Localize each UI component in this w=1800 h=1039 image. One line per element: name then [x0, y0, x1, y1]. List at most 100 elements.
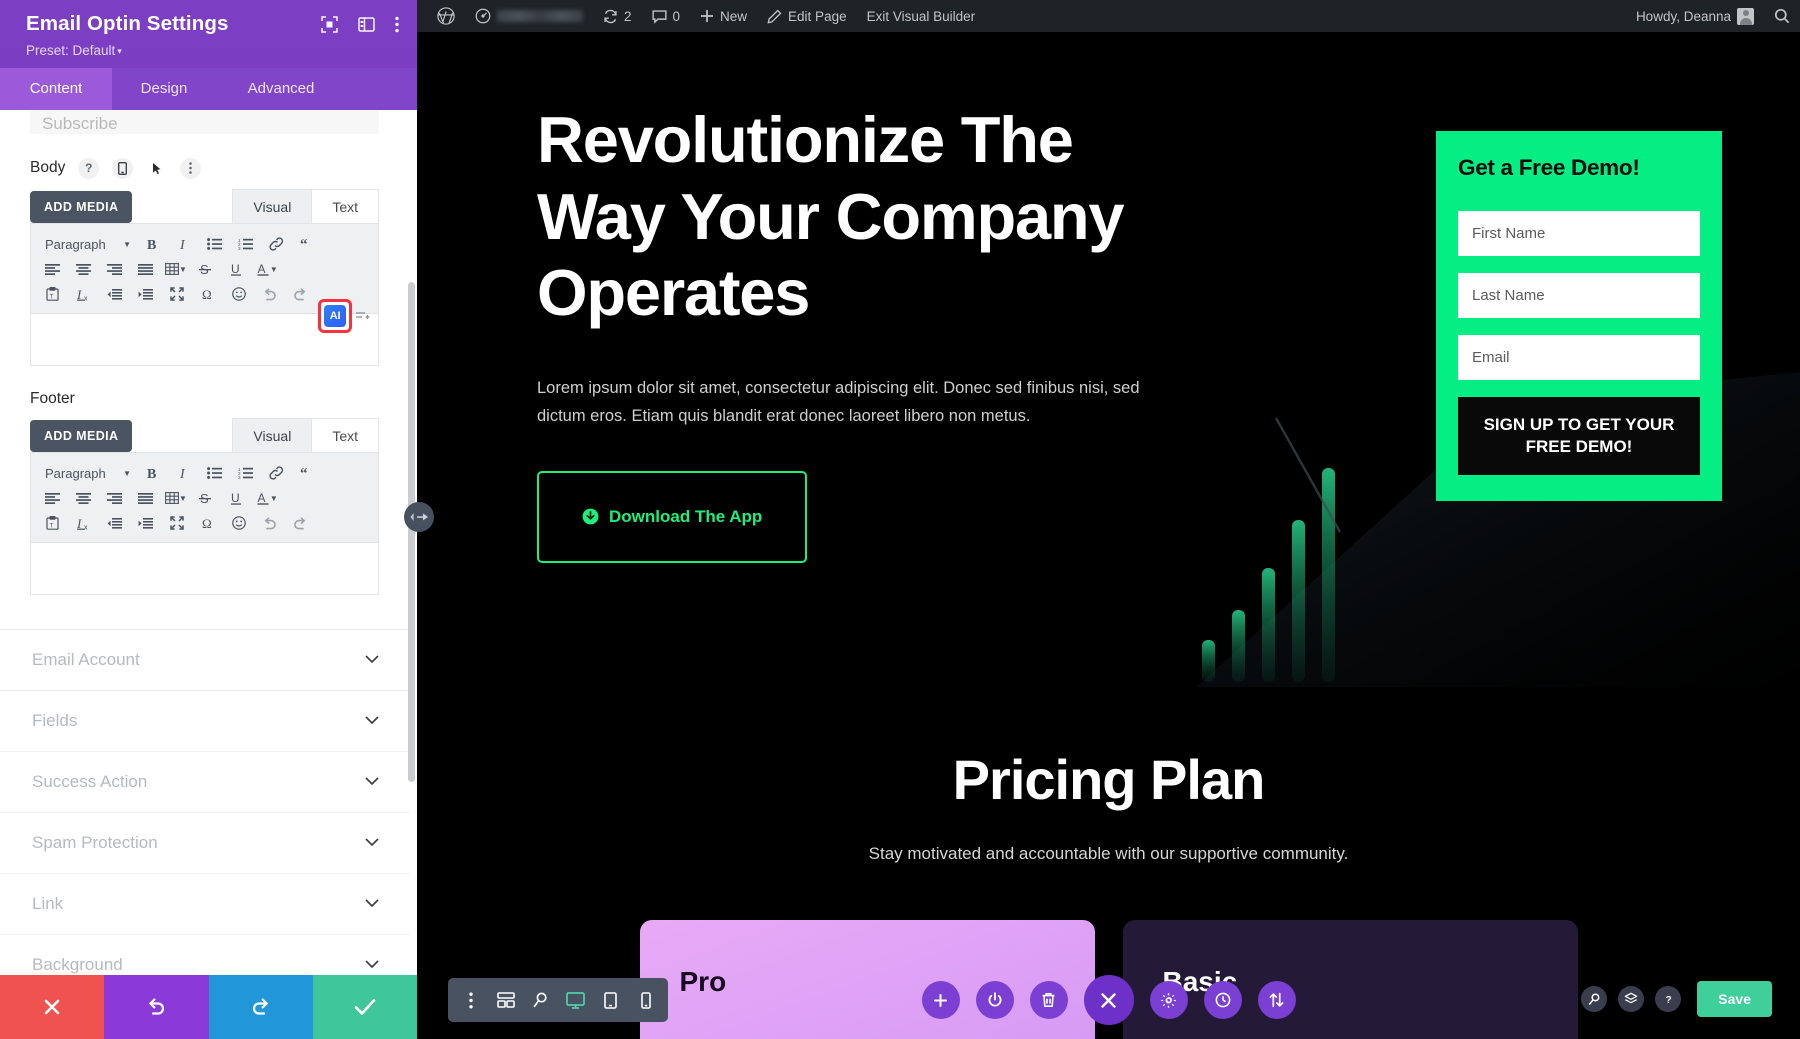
italic-button[interactable]: I	[168, 232, 199, 257]
chevron-down-icon[interactable]: ▼	[270, 494, 278, 503]
user-greeting-item[interactable]: Howdy, Deanna	[1626, 0, 1764, 32]
ai-button[interactable]: AI	[324, 304, 346, 327]
bulleted-list-button[interactable]	[199, 232, 230, 257]
toggle-power-button[interactable]	[975, 981, 1014, 1019]
search-icon[interactable]	[1764, 0, 1800, 32]
first-name-input[interactable]: First Name	[1458, 211, 1700, 256]
optin-submit-button[interactable]: SIGN UP TO GET YOUR FREE DEMO!	[1458, 397, 1700, 476]
layout-toggle-icon[interactable]	[358, 17, 375, 32]
link-button[interactable]	[261, 461, 292, 486]
special-character-button[interactable]: Ω	[192, 511, 223, 536]
more-vertical-icon[interactable]	[180, 157, 202, 179]
align-right-button[interactable]	[99, 257, 130, 282]
settings-button[interactable]	[1149, 981, 1188, 1019]
redo-button[interactable]	[285, 282, 316, 307]
settings-scrollbar[interactable]	[408, 110, 415, 1039]
close-builder-button[interactable]	[1083, 975, 1134, 1025]
redo-button[interactable]	[285, 511, 316, 536]
align-right-button[interactable]	[99, 486, 130, 511]
accordion-item-success-action[interactable]: Success Action	[0, 750, 409, 812]
edit-page-item[interactable]: Edit Page	[757, 0, 857, 32]
align-justify-button[interactable]	[130, 257, 161, 282]
accordion-item-link[interactable]: Link	[0, 872, 409, 934]
blockquote-button[interactable]: “	[292, 461, 323, 486]
undo-button[interactable]	[104, 975, 209, 1039]
new-content-item[interactable]: New	[690, 0, 757, 32]
history-button[interactable]	[1203, 981, 1242, 1019]
desktop-icon[interactable]	[559, 978, 592, 1022]
more-options-icon[interactable]	[454, 978, 487, 1022]
accordion-item-fields[interactable]: Fields	[0, 689, 409, 751]
email-input[interactable]: Email	[1458, 335, 1700, 380]
strikethrough-button[interactable]: S	[190, 257, 221, 282]
save-button[interactable]	[312, 975, 417, 1039]
scrollbar-thumb[interactable]	[408, 281, 415, 782]
bold-button[interactable]: B	[137, 232, 168, 257]
format-select-footer[interactable]: Paragraph ▼	[37, 461, 137, 486]
phone-icon[interactable]	[629, 978, 662, 1022]
undo-button[interactable]	[254, 282, 285, 307]
numbered-list-button[interactable]: 123	[230, 232, 261, 257]
tab-advanced[interactable]: Advanced	[216, 68, 346, 110]
link-button[interactable]	[261, 232, 292, 257]
paste-as-text-button[interactable]: T	[37, 282, 68, 307]
paste-as-text-button[interactable]: T	[37, 511, 68, 536]
wordpress-logo-icon[interactable]	[427, 0, 465, 32]
align-justify-button[interactable]	[130, 486, 161, 511]
mobile-icon[interactable]	[112, 157, 134, 179]
ai-text-options-icon[interactable]	[356, 309, 370, 323]
focus-icon[interactable]	[321, 16, 338, 33]
align-center-button[interactable]	[68, 486, 99, 511]
chevron-down-icon[interactable]: ▼	[179, 265, 187, 274]
panel-resize-handle[interactable]	[404, 502, 434, 532]
emoji-icon[interactable]	[223, 511, 254, 536]
clear-formatting-button[interactable]: Ix	[68, 282, 99, 307]
preset-selector[interactable]: Preset: Default ▾	[26, 43, 228, 58]
editor-tab-text-footer[interactable]: Text	[311, 417, 379, 452]
updates-item[interactable]: 2	[593, 0, 642, 32]
download-app-button[interactable]: Download The App	[537, 470, 808, 563]
align-center-button[interactable]	[68, 257, 99, 282]
chevron-down-icon[interactable]: ▼	[179, 494, 187, 503]
clear-formatting-button[interactable]: Ix	[68, 511, 99, 536]
tab-content[interactable]: Content	[0, 67, 112, 110]
comments-item[interactable]: 0	[642, 0, 691, 32]
more-vertical-icon[interactable]	[395, 16, 399, 33]
indent-button[interactable]	[130, 282, 161, 307]
last-name-input[interactable]: Last Name	[1458, 273, 1700, 318]
tab-design[interactable]: Design	[112, 68, 216, 110]
outdent-button[interactable]	[99, 511, 130, 536]
portability-button[interactable]	[1257, 981, 1296, 1019]
help-icon[interactable]: ?	[78, 157, 100, 179]
align-left-button[interactable]	[37, 486, 68, 511]
body-editor-area[interactable]: AI	[30, 298, 379, 366]
wireframe-icon[interactable]	[489, 978, 522, 1022]
zoom-out-icon[interactable]	[524, 978, 557, 1022]
cursor-icon[interactable]	[146, 158, 167, 179]
numbered-list-button[interactable]: 123	[230, 461, 261, 486]
emoji-icon[interactable]	[223, 282, 254, 307]
chevron-down-icon[interactable]: ▼	[270, 265, 278, 274]
search-button[interactable]	[1581, 986, 1608, 1012]
accordion-item-email-account[interactable]: Email Account	[0, 628, 409, 690]
delete-button[interactable]	[1029, 981, 1068, 1019]
underline-button[interactable]: U	[221, 257, 252, 282]
subscribe-field-cutoff[interactable]: Subscribe	[30, 109, 379, 134]
italic-button[interactable]: I	[168, 461, 199, 486]
format-select-body[interactable]: Paragraph ▼	[37, 232, 137, 257]
add-media-button-footer[interactable]: ADD MEDIA	[30, 419, 133, 452]
strikethrough-button[interactable]: S	[190, 486, 221, 511]
tablet-icon[interactable]	[594, 978, 627, 1022]
accordion-item-spam-protection[interactable]: Spam Protection	[0, 811, 409, 873]
cancel-button[interactable]	[0, 975, 105, 1039]
blockquote-button[interactable]: “	[292, 232, 323, 257]
editor-tab-text-body[interactable]: Text	[311, 188, 379, 223]
align-left-button[interactable]	[37, 257, 68, 282]
add-section-button[interactable]	[921, 981, 960, 1019]
add-media-button-body[interactable]: ADD MEDIA	[30, 190, 133, 223]
footer-editor-area[interactable]	[30, 542, 379, 595]
undo-button[interactable]	[254, 511, 285, 536]
fullscreen-button[interactable]	[161, 511, 192, 536]
outdent-button[interactable]	[99, 282, 130, 307]
bold-button[interactable]: B	[137, 461, 168, 486]
